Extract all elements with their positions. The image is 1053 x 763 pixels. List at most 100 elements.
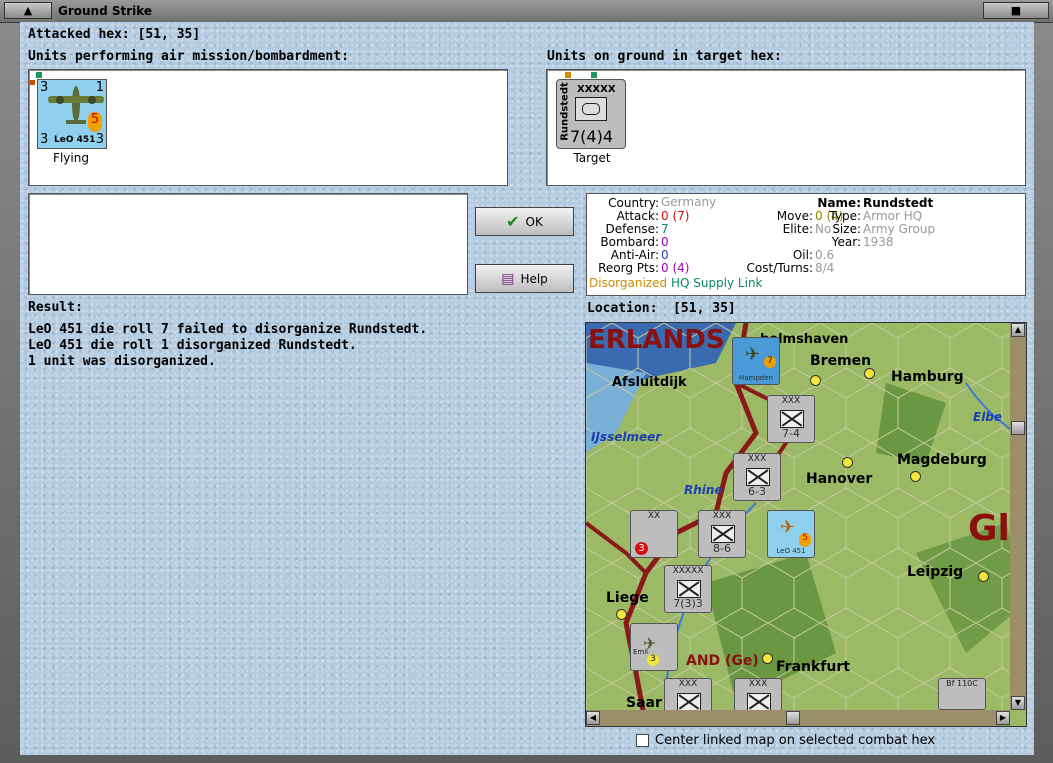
resize-grip-icon[interactable] [20, 755, 60, 763]
water-label: Elbe [973, 410, 1003, 424]
counter-strength: 8-6 [713, 542, 731, 555]
type-key: Type: [829, 209, 861, 223]
check-icon: ✔ [506, 212, 520, 231]
unit-left-number: 3 [40, 80, 49, 95]
result-text: LeO 451 die roll 7 failed to disorganize… [28, 322, 427, 370]
counter-strength: 6-3 [748, 485, 766, 498]
counter-strength: 7-4 [782, 427, 800, 440]
title-bar: ▲ Ground Strike ■ [0, 0, 1053, 23]
type-value: Armor HQ [863, 209, 923, 223]
ground-unit-caption: Target [573, 151, 611, 165]
result-line: LeO 451 die roll 1 disorganized Rundsted… [28, 338, 357, 353]
counter-size: XXX [781, 396, 801, 406]
supply-status: HQ Supply Link [670, 276, 763, 290]
attack-value: 0 (7) [661, 209, 689, 223]
country-key: Country: [608, 196, 659, 210]
center-map-checkbox[interactable] [636, 734, 649, 747]
attacked-hex-caption: Attacked hex: [28, 27, 130, 42]
message-box [28, 193, 468, 295]
location-value: [51, 35] [673, 301, 736, 316]
scroll-left-arrow-icon[interactable]: ◀ [586, 711, 600, 725]
ground-counter[interactable]: XXX 6-3 [733, 453, 781, 501]
move-key: Move: [776, 209, 813, 223]
reorg-key: Reorg Pts: [598, 261, 659, 275]
help-button[interactable]: ▤ Help [475, 264, 574, 293]
ground-counter[interactable]: XXXXX 7(3)3 [664, 565, 712, 613]
air-units-box: 3 1 5 3 LeO 451 3 Flying [28, 69, 508, 186]
ground-unit-counter[interactable]: XXXXX Rundstedt 7(4)4 [556, 79, 626, 149]
location-label: Location: [51, 35] [587, 301, 736, 316]
unit-status-marker [30, 80, 35, 85]
elite-key: Elite: [782, 222, 813, 236]
city-label: Liege [606, 590, 649, 606]
result-label: Result: [28, 300, 83, 315]
cost-value: 8/4 [815, 261, 835, 275]
size-key: Size: [832, 222, 861, 236]
counter-strength: 7(3)3 [673, 597, 703, 610]
scroll-down-arrow-icon[interactable]: ▼ [1011, 696, 1025, 710]
air-counter[interactable]: Bf 110C [938, 678, 986, 710]
city-label: Hamburg [891, 369, 964, 385]
air-unit-counter[interactable]: 3 1 5 3 LeO 451 3 [37, 79, 107, 149]
year-key: Year: [831, 235, 861, 249]
counter-size: XX [647, 511, 661, 521]
ok-button-label: OK [525, 214, 543, 229]
city-label: Frankfurt [776, 659, 850, 675]
counter-badge: 7 [764, 356, 776, 368]
help-button-label: Help [520, 271, 548, 286]
counter-size: XXX [678, 679, 698, 689]
region-label: AND (Ge) [686, 653, 759, 669]
attacked-hex-label: Attacked hex: [51, 35] [28, 27, 200, 42]
city-marker [978, 571, 989, 582]
region-label: Gl [968, 508, 1010, 549]
attacked-hex-value: [51, 35] [137, 27, 201, 42]
air-counter[interactable]: ✈ 7 Hampden [732, 337, 780, 385]
ground-counter[interactable]: XX 3 [630, 510, 678, 558]
move-value-current: 0 [815, 209, 823, 223]
antiair-key: Anti-Air: [610, 248, 659, 262]
year-value: 1938 [863, 235, 894, 249]
country-value: Germany [661, 195, 717, 209]
counter-name: LeO 451 [776, 547, 806, 555]
bombard-key: Bombard: [600, 235, 659, 249]
unit-bottom-left: 3 [40, 132, 49, 147]
dialog-content: Attacked hex: [51, 35] Units performing … [20, 22, 1034, 755]
unit-status-marker [591, 72, 597, 78]
ground-units-label: Units on ground in target hex: [547, 49, 782, 64]
counter-size: XXX [748, 679, 768, 689]
water-label: Rhine [684, 483, 723, 497]
water-label: IJsselmeer [591, 430, 662, 444]
ground-units-box: XXXXX Rundstedt 7(4)4 Target [546, 69, 1026, 186]
ground-counter[interactable]: XXX 8-6 [698, 510, 746, 558]
scroll-thumb[interactable] [786, 711, 800, 725]
counter-badge: 3 [635, 542, 648, 555]
counter-name: Hampden [738, 374, 773, 382]
linked-map[interactable]: ERLANDS AND (Ge) Gl helmshaven Bremen Ha… [585, 322, 1027, 727]
counter-size: XXXXX [672, 566, 704, 576]
unit-name: Rundstedt [559, 82, 571, 141]
reorg-value-current: 0 [661, 261, 669, 275]
city-label: Bremen [810, 353, 872, 369]
ground-counter[interactable]: XXX 7-4 [767, 395, 815, 443]
scroll-thumb[interactable] [1011, 421, 1025, 435]
center-map-option[interactable]: Center linked map on selected combat hex [636, 733, 935, 748]
defense-key: Defense: [605, 222, 659, 236]
close-button[interactable]: ■ [983, 2, 1049, 19]
scroll-up-arrow-icon[interactable]: ▲ [1011, 323, 1025, 337]
counter-size: XXX [747, 454, 767, 464]
ok-button[interactable]: ✔ OK [475, 207, 574, 236]
map-vertical-scrollbar[interactable]: ▲ ▼ [1010, 323, 1026, 710]
plane-icon: ✈ [745, 344, 761, 365]
air-counter[interactable]: ✈ 5 LeO 451 [767, 510, 815, 558]
center-map-label: Center linked map on selected combat hex [655, 733, 936, 748]
counter-size: XXX [712, 511, 732, 521]
reorg-value: 0 (4) [661, 261, 689, 275]
window-menu-button[interactable]: ▲ [4, 2, 52, 19]
scroll-right-arrow-icon[interactable]: ▶ [996, 711, 1010, 725]
map-horizontal-scrollbar[interactable]: ◀ ▶ [586, 710, 1010, 726]
air-counter[interactable]: ✈ 3 Emil [630, 623, 678, 671]
unit-bottom-right: 3 [95, 132, 104, 147]
location-caption: Location: [587, 301, 658, 316]
window-frame: ▲ Ground Strike ■ Attacked hex: [51, 35]… [0, 0, 1053, 763]
size-value: Army Group [863, 222, 936, 236]
